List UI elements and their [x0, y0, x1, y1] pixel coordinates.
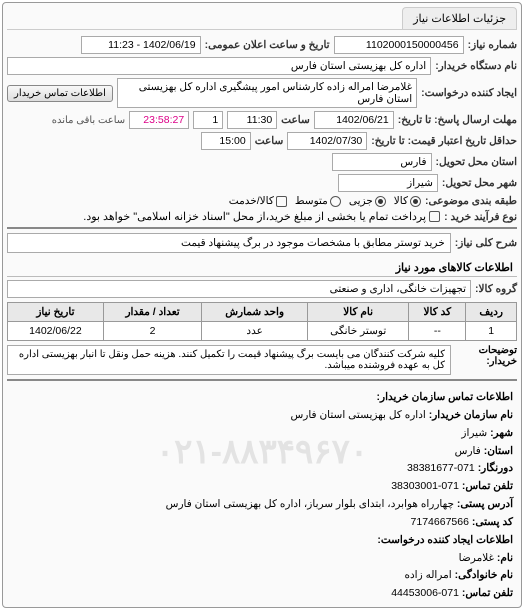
radio-jozi[interactable]: جزیی	[349, 195, 386, 207]
radio-empty-icon	[330, 196, 341, 207]
label-contact-zip: کد پستی:	[472, 516, 513, 528]
field-province: فارس	[332, 153, 432, 171]
label-contact-orgname: نام سازمان خریدار:	[429, 409, 513, 421]
tab-request-details[interactable]: جزئیات اطلاعات نیاز	[402, 7, 517, 29]
check-kala-khedmat[interactable]: کالا/خدمت	[229, 195, 287, 207]
cell-name: توستر خانگی	[307, 322, 408, 341]
text-creator-name: غلامرضا	[459, 552, 494, 564]
text-process: پرداخت تمام یا بخشی از مبلغ خرید،از محل …	[83, 210, 426, 223]
field-deadline-date: 1402/06/21	[314, 111, 394, 129]
col-date: تاریخ نیاز	[8, 303, 104, 322]
cell-code: --	[409, 322, 466, 341]
label-contact-city: شهر:	[490, 427, 513, 439]
text-contact-address: چهارراه هوابرد، ابتدای بلوار سرباز، ادار…	[166, 498, 454, 510]
label-creator: ایجاد کننده درخواست:	[421, 87, 517, 99]
field-need-title: خرید توستر مطابق با مشخصات موجود در برگ …	[7, 233, 451, 253]
label-creator-tel: تلفن تماس:	[462, 587, 513, 599]
checkbox-empty-icon	[276, 196, 287, 207]
field-validity-date: 1402/07/30	[287, 132, 367, 150]
section-goods-title: اطلاعات کالاهای مورد نیاز	[7, 259, 517, 277]
cell-unit: عدد	[202, 322, 308, 341]
label-time: ساعت	[281, 114, 310, 126]
cell-row: 1	[466, 322, 517, 341]
label-goods-group: گروه کالا:	[475, 283, 517, 295]
cell-qty: 2	[103, 322, 201, 341]
radio-kala[interactable]: کالا	[394, 195, 421, 207]
text-contact-orgname: اداره کل بهزیستی استان فارس	[290, 409, 425, 421]
label-contact-province: استان:	[484, 445, 513, 457]
label-org: نام دستگاه خریدار:	[435, 60, 517, 72]
label-contact-address: آدرس پستی:	[457, 498, 513, 510]
label-classification: طبقه بندی موضوعی:	[425, 195, 517, 207]
buyer-contact-button[interactable]: اطلاعات تماس خریدار	[7, 85, 113, 102]
col-unit: واحد شمارش	[202, 303, 308, 322]
table-row: 1 -- توستر خانگی عدد 2 1402/06/22	[8, 322, 517, 341]
col-qty: تعداد / مقدار	[103, 303, 201, 322]
field-org: اداره کل بهزیستی استان فارس	[7, 57, 431, 75]
radio-dot-icon	[375, 196, 386, 207]
label-deadline-reply: مهلت ارسال پاسخ: تا تاریخ:	[398, 114, 517, 126]
label-remaining: ساعت باقی مانده	[52, 115, 125, 126]
field-countdown: 23:58:27	[129, 111, 189, 129]
label-time2: ساعت	[255, 135, 284, 147]
cell-date: 1402/06/22	[8, 322, 104, 341]
label-creator-name: نام:	[497, 552, 513, 564]
label-contact-fax: دورنگار:	[478, 462, 513, 474]
section-creator-title: اطلاعات ایجاد کننده درخواست:	[377, 534, 513, 546]
label-contact-phone: تلفن تماس:	[462, 480, 513, 492]
contact-block: ۰۲۱-۸۸۳۴۹۶۷۰ اطلاعات تماس سازمان خریدار:…	[7, 389, 517, 603]
label-buyer-explain: توضیحات خریدار:	[479, 345, 517, 367]
goods-table: ردیف کد کالا نام کالا واحد شمارش تعداد /…	[7, 302, 517, 341]
text-contact-zip: 7174667566	[411, 516, 469, 528]
radio-motevasset[interactable]: متوسط	[295, 195, 341, 207]
text-contact-fax: 071-38381677	[407, 462, 475, 474]
field-goods-group: تجهیزات خانگی، اداری و صنعتی	[7, 280, 471, 298]
radio-group-classification: کالا جزیی متوسط کالا/خدمت	[229, 195, 421, 207]
field-city: شیراز	[338, 174, 438, 192]
col-name: نام کالا	[307, 303, 408, 322]
checkbox-empty-icon	[429, 211, 440, 222]
label-process: نوع فرآیند خرید :	[444, 211, 517, 223]
field-announce: 1402/06/19 - 11:23	[81, 36, 201, 54]
radio-dot-icon	[410, 196, 421, 207]
text-creator-surname: امراله زاده	[404, 569, 451, 581]
label-announce: تاریخ و ساعت اعلان عمومی:	[205, 39, 330, 51]
field-validity-time: 15:00	[201, 132, 251, 150]
text-creator-tel: 071-44453006	[391, 587, 459, 599]
field-days: 1	[193, 111, 223, 129]
field-buyer-explain: کلیه شرکت کنندگان می بایست برگ پیشنهاد ق…	[7, 345, 451, 375]
col-row: ردیف	[466, 303, 517, 322]
text-contact-province: فارس	[455, 445, 481, 457]
field-deadline-time: 11:30	[227, 111, 277, 129]
label-validity: حداقل تاریخ اعتبار قیمت: تا تاریخ:	[371, 135, 517, 147]
label-province: استان محل تحویل:	[436, 156, 517, 168]
text-contact-city: شیراز	[461, 427, 487, 439]
label-need-title: شرح کلی نیاز:	[455, 237, 517, 249]
label-creator-surname: نام خانوادگی:	[455, 569, 513, 581]
label-city: شهر محل تحویل:	[442, 177, 517, 189]
field-creator: غلامرضا امراله زاده کارشناس امور پیشگیری…	[117, 78, 417, 108]
check-process[interactable]: پرداخت تمام یا بخشی از مبلغ خرید،از محل …	[83, 210, 440, 223]
label-req-number: شماره نیاز:	[468, 39, 517, 51]
col-code: کد کالا	[409, 303, 466, 322]
field-req-number: 1102000150000456	[334, 36, 464, 54]
section-contact-title: اطلاعات تماس سازمان خریدار:	[377, 391, 513, 403]
text-contact-phone: 071-38303001	[391, 480, 459, 492]
